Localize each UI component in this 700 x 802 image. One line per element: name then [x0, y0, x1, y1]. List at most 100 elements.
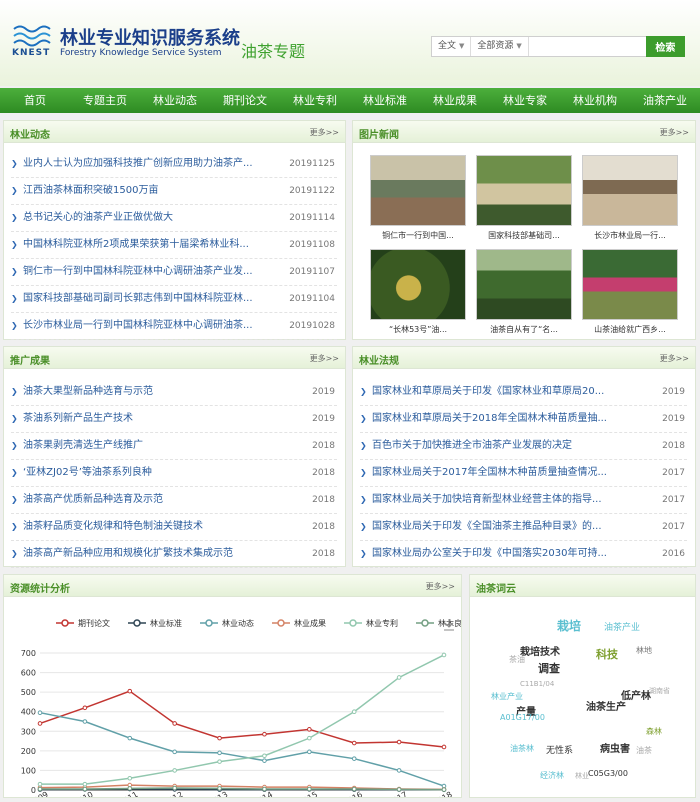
list-item[interactable]: ❯ 业内人士认为应加强科技推广创新应用助力油茶产... 20191125 [11, 151, 337, 178]
list-item[interactable]: ❯ 油茶果剥壳清选生产线推广 2018 [11, 433, 337, 460]
arrow-right-icon: ❯ [360, 495, 367, 504]
item-title: 国家科技部基础司副司长郭志伟到中国林科院亚林... [23, 293, 253, 304]
cloud-word[interactable]: C11B1/04 [520, 680, 554, 688]
photo-item[interactable]: 铜仁市一行到中国... [370, 155, 466, 241]
nav-achievements[interactable]: 林业成果 [420, 88, 490, 113]
list-item[interactable]: ❯ 油茶高产新品种应用和规模化扩繁技术集成示范 2018 [11, 541, 337, 568]
nav-topic-home[interactable]: 专题主页 [70, 88, 140, 113]
nav-forestry-news[interactable]: 林业动态 [140, 88, 210, 113]
more-link[interactable]: 更多>> [660, 353, 689, 364]
list-item[interactable]: ❯ 国家林业局关于2017年全国林木种苗质量抽查情况... 2017 [360, 460, 687, 487]
arrow-right-icon: ❯ [11, 441, 18, 450]
arrow-right-icon: ❯ [11, 414, 18, 423]
legend-label: 林业成果 [294, 618, 326, 628]
site-subtitle: Forestry Knowledge Service System [60, 48, 222, 58]
nav-experts[interactable]: 林业专家 [490, 88, 560, 113]
list-item[interactable]: ❯ 油茶籽品质变化规律和特色制油关键技术 2018 [11, 514, 337, 541]
arrow-right-icon: ❯ [11, 522, 18, 531]
search-input[interactable] [528, 37, 646, 56]
nav-journals[interactable]: 期刊论文 [210, 88, 280, 113]
cloud-word[interactable]: A01G17/00 [500, 713, 545, 722]
list-item[interactable]: ❯ 国家林业局关于印发《全国油茶主推品种目录》的... 2017 [360, 514, 687, 541]
cloud-word[interactable]: 调查 [538, 660, 560, 676]
cloud-word[interactable]: 森林 [646, 726, 662, 737]
cloud-word[interactable]: 湖南省 [649, 686, 670, 696]
item-date: 2018 [312, 441, 335, 451]
cloud-word[interactable]: 栽培 [557, 617, 581, 634]
photo-news-panel: 图片新闻 更多>> 铜仁市一行到中国... 国家科技部基础司... 长沙市林业局一… [352, 120, 696, 340]
cloud-word[interactable]: 经济林 [540, 770, 564, 781]
more-link[interactable]: 更多>> [426, 581, 455, 592]
more-link[interactable]: 更多>> [660, 127, 689, 138]
arrow-right-icon: ❯ [11, 387, 18, 396]
list-item[interactable]: ❯ ‘亚林ZJ02号’等油茶系列良种 2018 [11, 460, 337, 487]
photo-item[interactable]: 油茶自从有了“名... [476, 249, 572, 335]
nav-camellia-industry[interactable]: 油茶产业 [630, 88, 700, 113]
item-title: 业内人士认为应加强科技推广创新应用助力油茶产... [23, 158, 253, 169]
cloud-word[interactable]: 栽培技术 [520, 643, 560, 658]
search-button[interactable]: 检索 [645, 36, 685, 57]
y-tick-label: 0 [31, 786, 36, 795]
list-item[interactable]: ❯ 茶油系列新产品生产技术 2019 [11, 406, 337, 433]
resource-stats-chart: 期刊论文林业标准林业动态林业成果林业专利林木良种0100200300400500… [21, 618, 461, 797]
legend-marker [205, 619, 213, 627]
photo-item[interactable]: 山茶油给就广西乡... [582, 249, 678, 335]
arrow-right-icon: ❯ [11, 294, 18, 303]
cloud-word[interactable]: 无性系 [546, 743, 573, 756]
arrow-right-icon: ❯ [11, 186, 18, 195]
cloud-word[interactable]: 油茶林 [510, 743, 534, 754]
cloud-word[interactable]: 林业 [575, 771, 589, 781]
item-title: 油茶高产新品种应用和规模化扩繁技术集成示范 [23, 548, 233, 559]
list-item[interactable]: ❯ 铜仁市一行到中国林科院亚林中心调研油茶产业发... 20191107 [11, 259, 337, 286]
photo-item[interactable]: 长沙市林业局一行... [582, 155, 678, 241]
list-item[interactable]: ❯ 国家科技部基础司副司长郭志伟到中国林科院亚林... 20191104 [11, 286, 337, 313]
item-title: 百色市关于加快推进全市油茶产业发展的决定 [372, 440, 572, 451]
item-date: 2019 [662, 414, 685, 424]
legend-label: 期刊论文 [78, 618, 110, 628]
list-item[interactable]: ❯ 国家林业和草原局关于2018年全国林木种苗质量抽... 2019 [360, 406, 687, 433]
photo-item[interactable]: 国家科技部基础司... [476, 155, 572, 241]
list-item[interactable]: ❯ 国家林业和草原局关于印发《国家林业和草原局20... 2019 [360, 379, 687, 406]
data-point [441, 652, 447, 658]
list-item[interactable]: ❯ 长沙市林业局一行到中国林科院亚林中心调研油茶... 20191028 [11, 313, 337, 340]
data-point [37, 710, 43, 715]
news-photo [370, 155, 466, 226]
list-item[interactable]: ❯ 江西油茶林面积突破1500万亩 20191122 [11, 178, 337, 205]
more-link[interactable]: 更多>> [310, 127, 339, 138]
list-item[interactable]: ❯ 中国林科院亚林所2项成果荣获第十届梁希林业科... 20191108 [11, 232, 337, 259]
nav-standards[interactable]: 林业标准 [350, 88, 420, 113]
cloud-word[interactable]: 油茶生产 [586, 698, 626, 713]
forestry-news-panel: 林业动态 更多>> ❯ 业内人士认为应加强科技推广创新应用助力油茶产... 20191… [3, 120, 346, 340]
cloud-word[interactable]: 林业产业 [491, 691, 523, 702]
item-title: 国家林业局关于2017年全国林木种苗质量抽查情况... [372, 467, 607, 478]
main-nav: 首页 专题主页 林业动态 期刊论文 林业专利 林业标准 林业成果 林业专家 林业… [0, 88, 700, 113]
item-date: 2017 [662, 495, 685, 505]
cloud-word[interactable]: 科技 [596, 646, 618, 662]
data-point [217, 786, 222, 791]
y-tick-label: 400 [21, 708, 36, 717]
photo-item[interactable]: “长林53号”油... [370, 249, 466, 335]
arrow-right-icon: ❯ [11, 468, 18, 477]
item-title: 油茶高产优质新品种选育及示范 [23, 494, 163, 505]
cloud-word[interactable]: C05G3/00 [588, 769, 628, 778]
list-item[interactable]: ❯ 国家林业局办公室关于印发《中国落实2030年可持... 2016 [360, 541, 687, 568]
cloud-word[interactable]: 油茶 [636, 745, 652, 756]
scope-select[interactable]: 全文 ▼ [432, 37, 472, 56]
list-item[interactable]: ❯ 国家林业局关于加快培育新型林业经营主体的指导... 2017 [360, 487, 687, 514]
cloud-word[interactable]: 林地 [636, 645, 652, 656]
nav-patents[interactable]: 林业专利 [280, 88, 350, 113]
list-item[interactable]: ❯ 油茶高产优质新品种选育及示范 2018 [11, 487, 337, 514]
item-title: 国家林业局办公室关于印发《中国落实2030年可持... [372, 548, 607, 559]
cloud-word[interactable]: 油茶产业 [604, 620, 640, 633]
more-link[interactable]: 更多>> [310, 353, 339, 364]
nav-home[interactable]: 首页 [0, 88, 70, 113]
item-date: 2018 [312, 549, 335, 559]
list-item[interactable]: ❯ 百色市关于加快推进全市油茶产业发展的决定 2018 [360, 433, 687, 460]
list-item[interactable]: ❯ 总书记关心的油茶产业正做优做大 20191114 [11, 205, 337, 232]
nav-institutions[interactable]: 林业机构 [560, 88, 630, 113]
source-select[interactable]: 全部资源 ▼ [471, 37, 529, 56]
cloud-word[interactable]: 病虫害 [600, 740, 630, 755]
item-title: 茶油系列新产品生产技术 [23, 413, 133, 424]
cloud-word[interactable]: 茶油 [509, 654, 525, 665]
list-item[interactable]: ❯ 油茶大果型新品种选育与示范 2019 [11, 379, 337, 406]
